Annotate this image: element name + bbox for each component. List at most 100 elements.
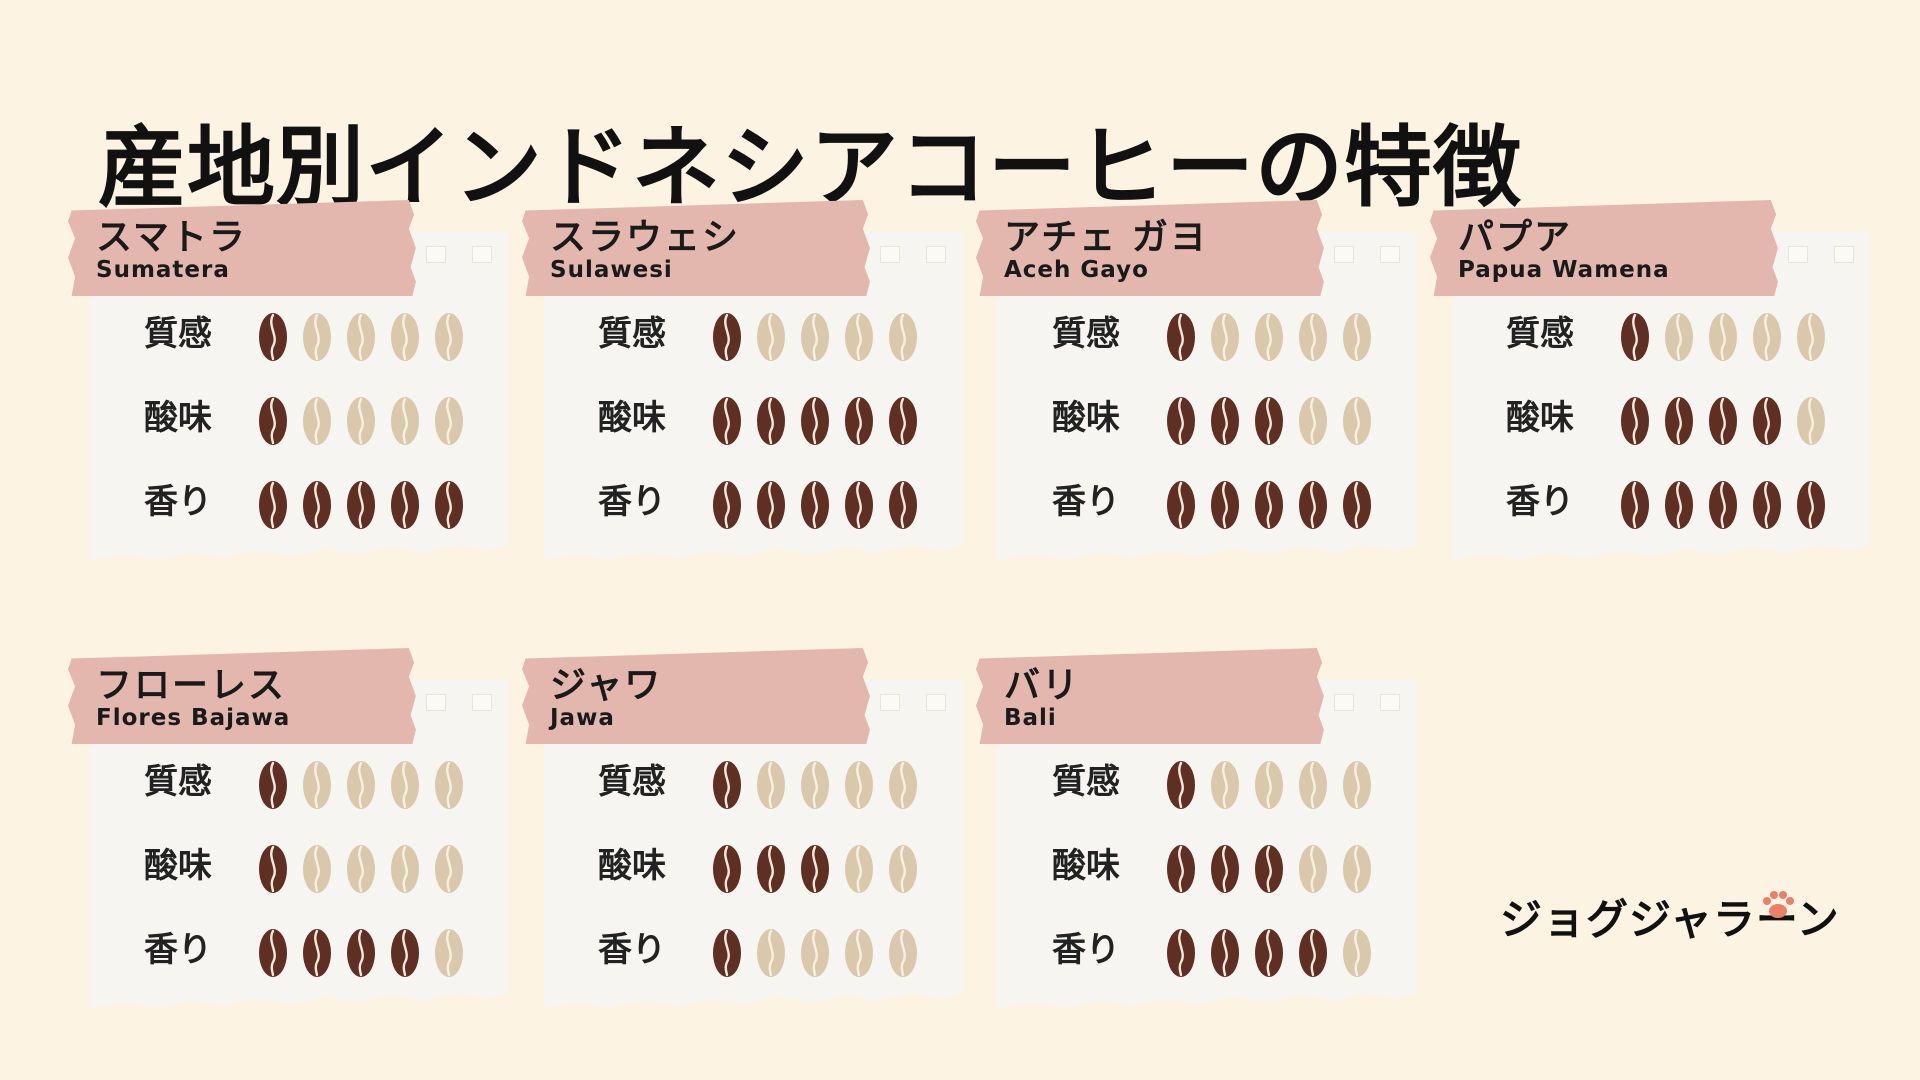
- coffee-bean-empty-icon: [801, 313, 829, 361]
- coffee-bean-empty-icon: [435, 845, 463, 893]
- region-name-ja: バリ: [1004, 665, 1081, 706]
- tape-strip: [880, 694, 900, 711]
- coffee-bean-filled-icon: [1255, 929, 1283, 977]
- coffee-bean-empty-icon: [889, 845, 917, 893]
- coffee-bean-filled-icon: [303, 481, 331, 529]
- coffee-bean-empty-icon: [1211, 761, 1239, 809]
- region-name-ja: パプア: [1458, 217, 1573, 258]
- coffee-bean-empty-icon: [1255, 761, 1283, 809]
- bean-rating: [258, 480, 478, 530]
- attribute-label: 酸味: [1506, 398, 1574, 438]
- coffee-bean-filled-icon: [1621, 313, 1649, 361]
- tape-strip: [1788, 246, 1808, 263]
- region-name-ja: アチェ ガヨ: [1004, 217, 1208, 258]
- rating-row: 酸味: [562, 396, 962, 446]
- bean-rating: [258, 928, 478, 978]
- bean-rating: [1166, 760, 1386, 810]
- region-name-ja: スマトラ: [96, 217, 247, 258]
- coffee-bean-filled-icon: [303, 929, 331, 977]
- region-card: フローレス Flores Bajawa 質感 酸味 香り: [68, 648, 508, 1058]
- attribute-label: 質感: [1506, 314, 1574, 354]
- rating-row: 質感: [1470, 312, 1870, 362]
- region-name-en: Jawa: [550, 705, 615, 731]
- coffee-bean-filled-icon: [1211, 397, 1239, 445]
- coffee-bean-filled-icon: [1167, 929, 1195, 977]
- bean-rating: [712, 312, 932, 362]
- coffee-bean-filled-icon: [391, 929, 419, 977]
- rating-row: 香り: [108, 480, 508, 530]
- coffee-bean-empty-icon: [391, 761, 419, 809]
- coffee-bean-filled-icon: [1797, 481, 1825, 529]
- coffee-bean-empty-icon: [347, 761, 375, 809]
- bean-rating: [1166, 312, 1386, 362]
- coffee-bean-empty-icon: [435, 929, 463, 977]
- coffee-bean-empty-icon: [757, 313, 785, 361]
- coffee-bean-empty-icon: [757, 929, 785, 977]
- rating-row: 酸味: [1470, 396, 1870, 446]
- coffee-bean-filled-icon: [435, 481, 463, 529]
- coffee-bean-empty-icon: [303, 845, 331, 893]
- bean-rating: [1166, 396, 1386, 446]
- region-card: バリ Bali 質感 酸味 香り: [976, 648, 1416, 1058]
- coffee-bean-filled-icon: [1709, 397, 1737, 445]
- coffee-bean-empty-icon: [435, 313, 463, 361]
- coffee-bean-filled-icon: [845, 397, 873, 445]
- coffee-bean-empty-icon: [1343, 761, 1371, 809]
- coffee-bean-filled-icon: [757, 397, 785, 445]
- coffee-bean-empty-icon: [1343, 929, 1371, 977]
- region-name-ja: フローレス: [96, 665, 287, 706]
- coffee-bean-filled-icon: [347, 481, 375, 529]
- attribute-label: 酸味: [598, 846, 666, 886]
- coffee-bean-empty-icon: [1211, 313, 1239, 361]
- coffee-bean-filled-icon: [347, 929, 375, 977]
- rating-row: 質感: [562, 312, 962, 362]
- coffee-bean-filled-icon: [713, 481, 741, 529]
- coffee-bean-filled-icon: [1167, 313, 1195, 361]
- tape-strip: [880, 246, 900, 263]
- coffee-bean-empty-icon: [435, 397, 463, 445]
- coffee-bean-filled-icon: [1255, 481, 1283, 529]
- attribute-label: 酸味: [144, 846, 212, 886]
- coffee-bean-filled-icon: [889, 481, 917, 529]
- coffee-bean-filled-icon: [1167, 397, 1195, 445]
- rating-row: 質感: [1016, 760, 1416, 810]
- coffee-bean-filled-icon: [1299, 481, 1327, 529]
- tape-strip: [1380, 246, 1400, 263]
- rating-row: 酸味: [1016, 844, 1416, 894]
- bean-rating: [1166, 844, 1386, 894]
- attribute-label: 酸味: [598, 398, 666, 438]
- region-name-en: Flores Bajawa: [96, 705, 291, 731]
- coffee-bean-empty-icon: [347, 397, 375, 445]
- tape-strip: [426, 246, 446, 263]
- attribute-label: 質感: [598, 314, 666, 354]
- coffee-bean-filled-icon: [259, 845, 287, 893]
- coffee-bean-filled-icon: [889, 397, 917, 445]
- coffee-bean-filled-icon: [801, 397, 829, 445]
- coffee-bean-filled-icon: [259, 397, 287, 445]
- coffee-bean-filled-icon: [1255, 397, 1283, 445]
- tape-strip: [472, 694, 492, 711]
- bean-rating: [1620, 480, 1840, 530]
- attribute-label: 香り: [144, 930, 212, 970]
- rating-row: 香り: [1016, 928, 1416, 978]
- coffee-bean-filled-icon: [1753, 397, 1781, 445]
- coffee-bean-empty-icon: [1299, 313, 1327, 361]
- coffee-bean-empty-icon: [347, 845, 375, 893]
- coffee-bean-filled-icon: [1343, 481, 1371, 529]
- region-card: パプア Papua Wamena 質感 酸味 香り: [1430, 200, 1870, 610]
- coffee-bean-filled-icon: [1753, 481, 1781, 529]
- attribute-label: 酸味: [1052, 398, 1120, 438]
- attribute-label: 質感: [144, 314, 212, 354]
- coffee-bean-filled-icon: [1621, 481, 1649, 529]
- coffee-bean-filled-icon: [713, 313, 741, 361]
- coffee-bean-filled-icon: [259, 313, 287, 361]
- tape-strip: [1380, 694, 1400, 711]
- region-card: ジャワ Jawa 質感 酸味 香り: [522, 648, 962, 1058]
- bean-rating: [712, 760, 932, 810]
- coffee-bean-empty-icon: [303, 397, 331, 445]
- tape-strip: [926, 246, 946, 263]
- attribute-label: 質感: [598, 762, 666, 802]
- tape-strip: [926, 694, 946, 711]
- coffee-bean-filled-icon: [801, 481, 829, 529]
- coffee-bean-empty-icon: [391, 397, 419, 445]
